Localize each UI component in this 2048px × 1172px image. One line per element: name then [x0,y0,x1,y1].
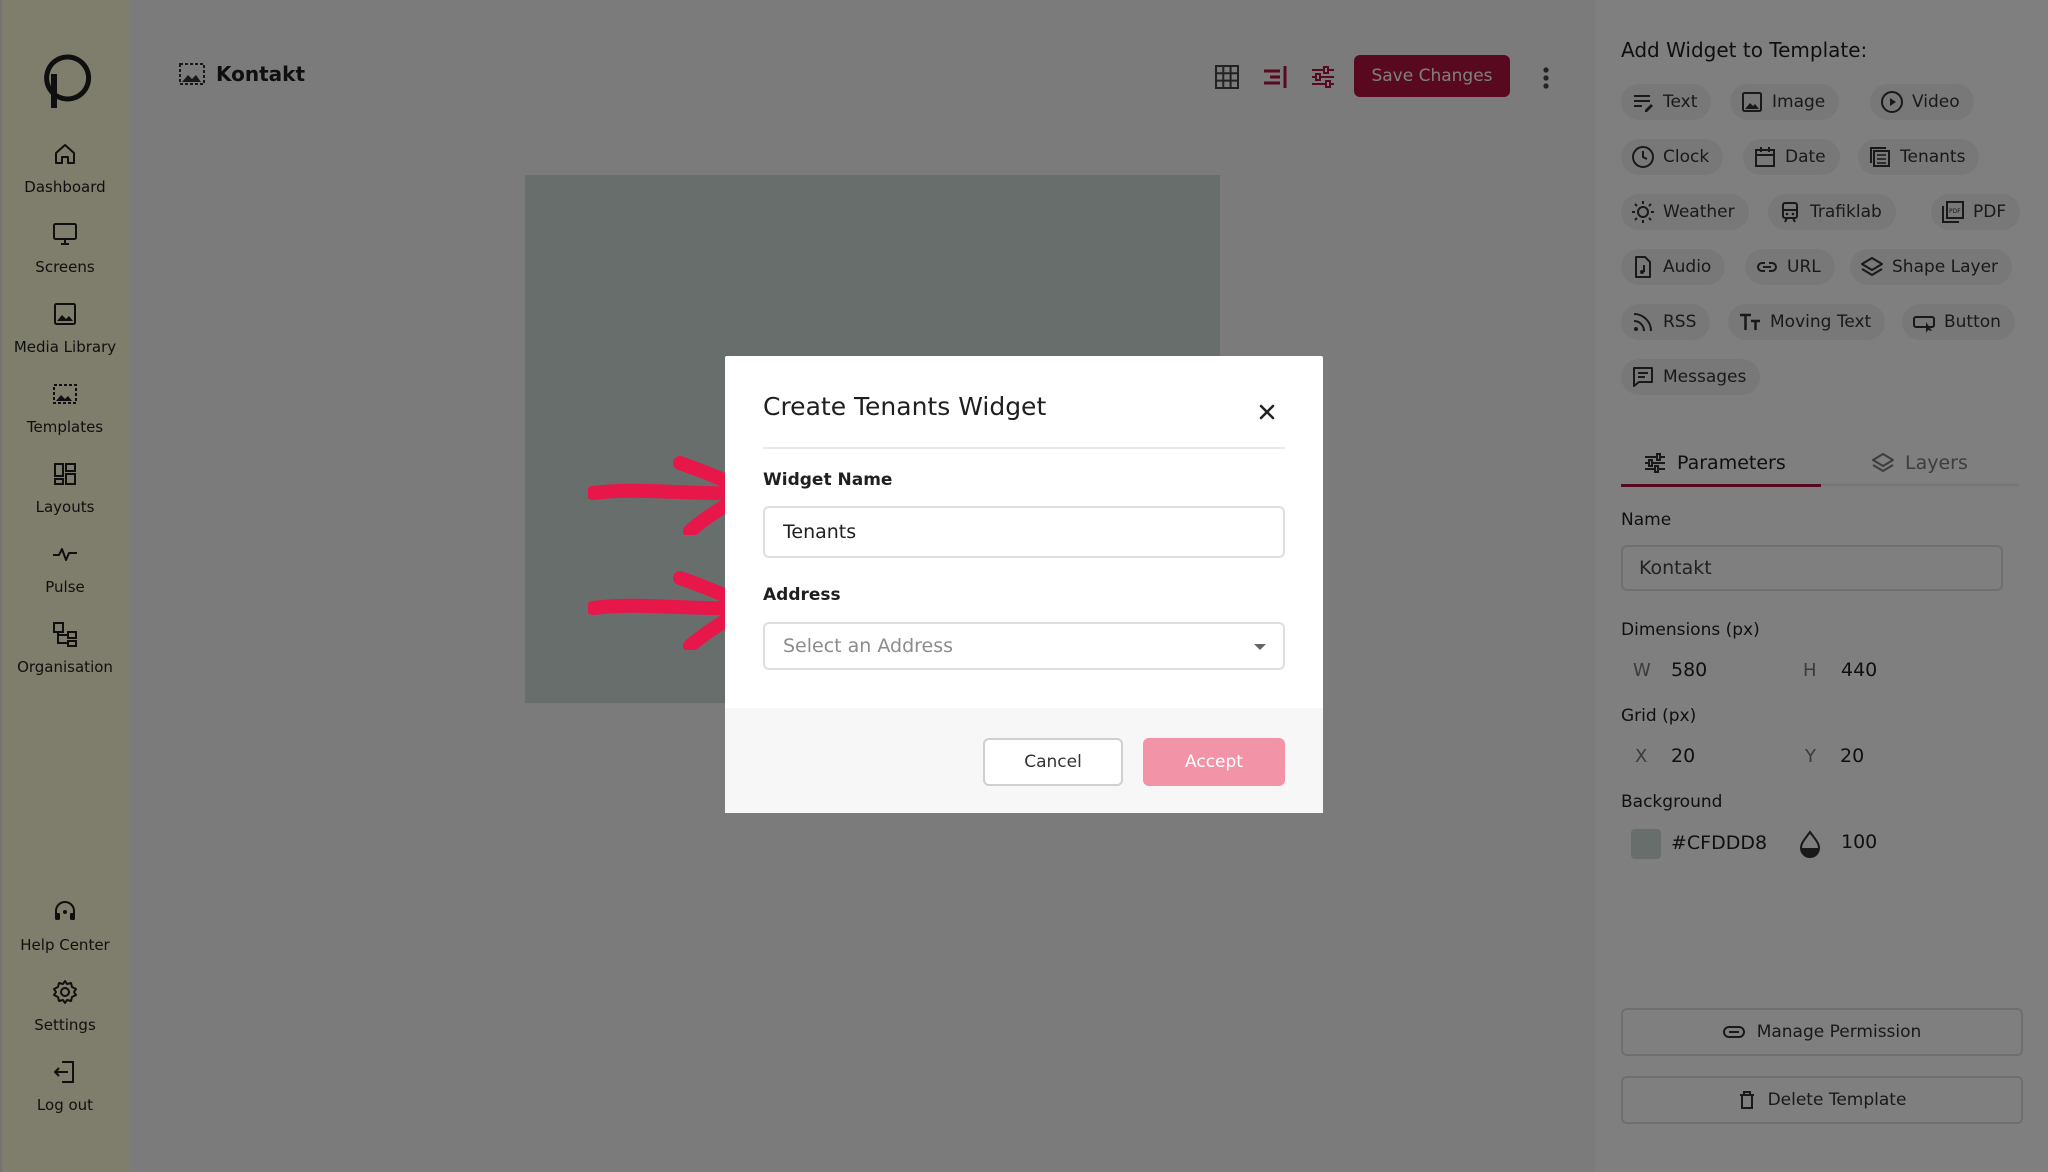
create-widget-modal: Create Tenants Widget Widget Name Addres… [725,356,1323,813]
modal-title: Create Tenants Widget [763,392,1047,421]
modal-footer: Cancel Accept [725,708,1323,813]
address-select[interactable]: Select an Address [763,622,1285,670]
cancel-button[interactable]: Cancel [983,738,1123,786]
accept-button[interactable]: Accept [1143,738,1285,786]
modal-divider [763,447,1285,449]
address-label: Address [763,585,841,605]
address-placeholder: Select an Address [783,635,954,657]
widget-name-label: Widget Name [763,470,893,490]
close-icon[interactable] [1249,394,1285,430]
widget-name-input[interactable] [763,506,1285,558]
chevron-down-icon [1254,644,1266,650]
